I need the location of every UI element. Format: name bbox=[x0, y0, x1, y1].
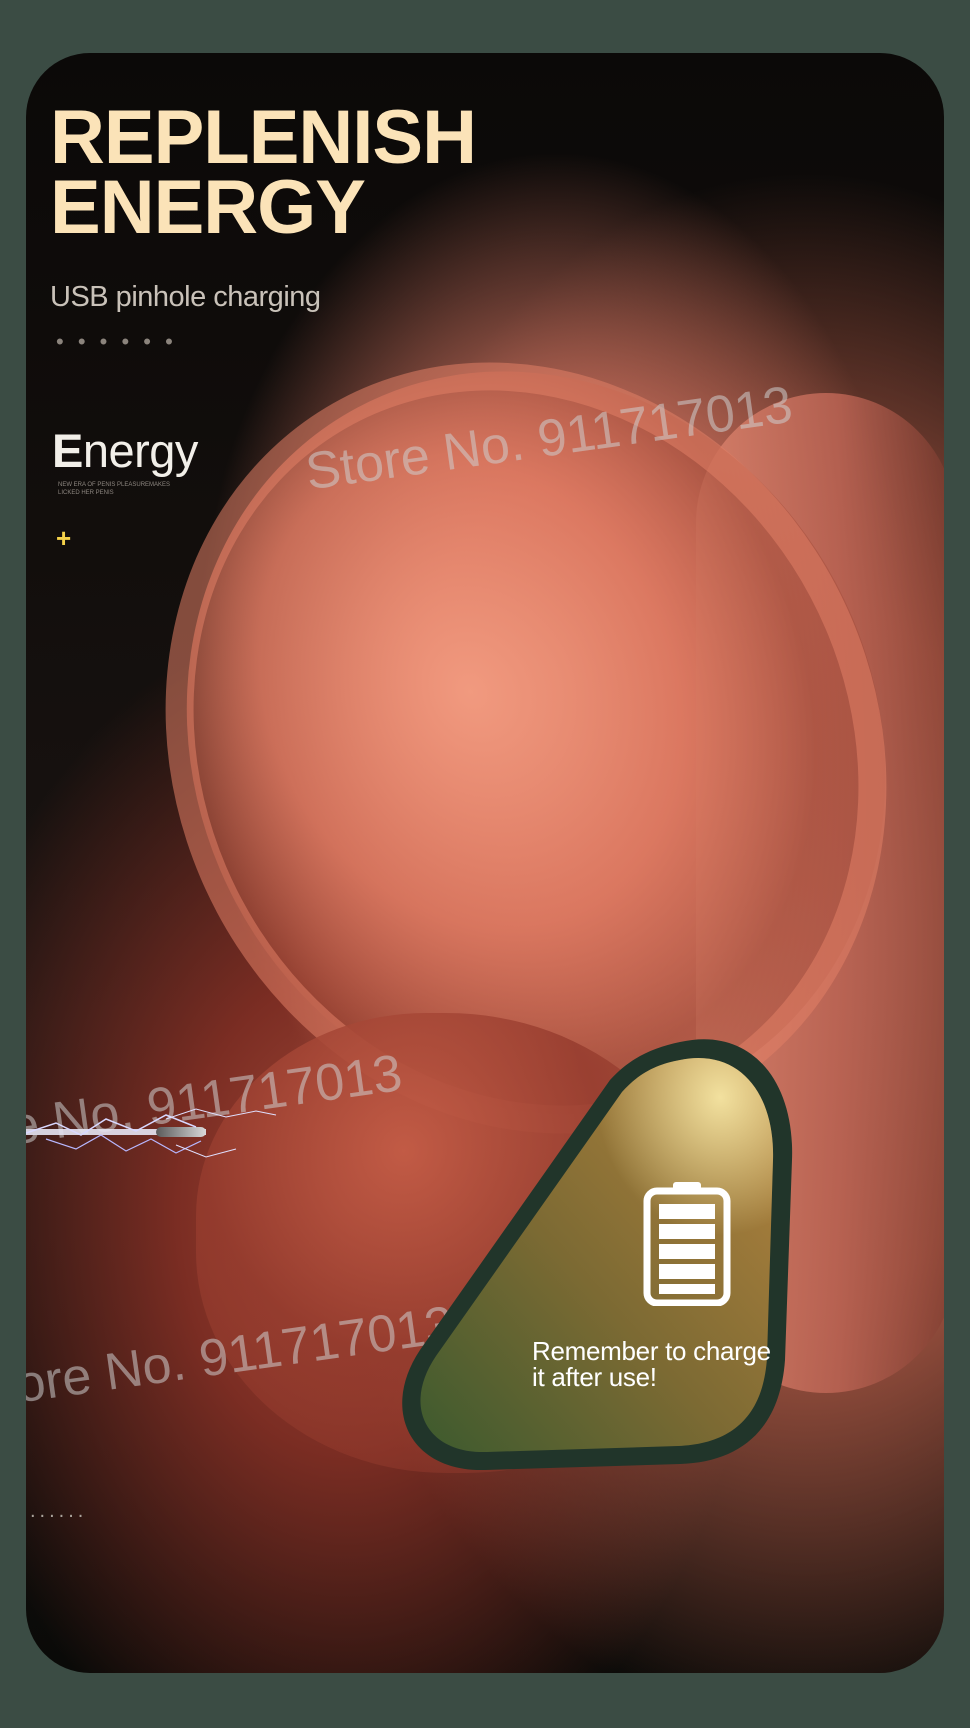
energy-label-rest: nergy bbox=[82, 424, 199, 477]
energy-fineprint: NEW ERA OF PENIS PLEASUREMAKES LICKED HE… bbox=[58, 482, 171, 496]
decorative-dots-bottom: ...... bbox=[30, 1500, 88, 1522]
plus-icon: + bbox=[56, 523, 72, 553]
energy-label-initial: E bbox=[52, 424, 83, 477]
decorative-dots-top: • • • • • • bbox=[56, 329, 177, 354]
headline-line-1: REPLENISH bbox=[50, 95, 477, 180]
page-frame: REPLENISH ENERGY USB pinhole charging • … bbox=[0, 0, 970, 1728]
charge-reminder-badge bbox=[402, 1039, 793, 1471]
charge-reminder-line-1: Remember to charge bbox=[532, 1336, 771, 1366]
energy-label: Energy bbox=[52, 423, 198, 478]
charge-reminder-text: Remember to charge it after use! bbox=[532, 1338, 822, 1390]
subtitle: USB pinhole charging bbox=[50, 281, 321, 313]
battery-full-icon bbox=[643, 1182, 731, 1306]
headline: REPLENISH ENERGY bbox=[50, 95, 477, 250]
charge-reminder-line-2: it after use! bbox=[532, 1362, 657, 1392]
headline-line-2: ENERGY bbox=[50, 165, 366, 250]
lightning-charge-icon bbox=[26, 1108, 277, 1158]
